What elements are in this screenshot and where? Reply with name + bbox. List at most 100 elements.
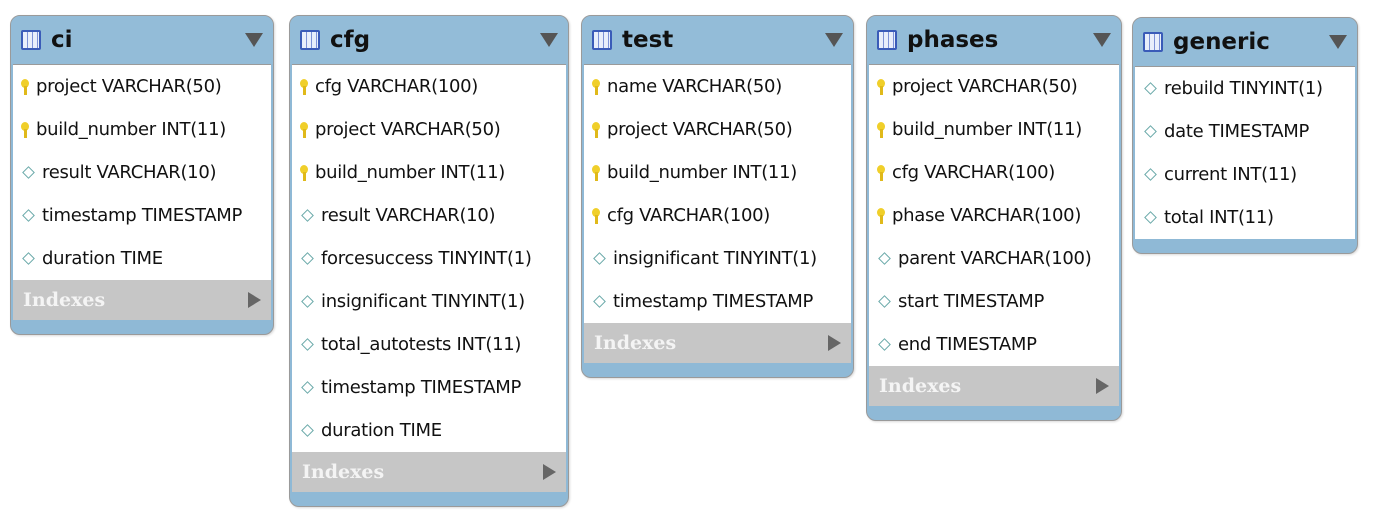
column-text: build_number INT(11) bbox=[607, 162, 797, 183]
table-icon bbox=[592, 30, 612, 50]
column-row[interactable]: start TIMESTAMP bbox=[869, 280, 1119, 323]
indexes-section[interactable]: Indexes bbox=[13, 280, 271, 320]
column-row[interactable]: duration TIME bbox=[13, 237, 271, 280]
column-row[interactable]: timestamp TIMESTAMP bbox=[292, 366, 566, 409]
column-row[interactable]: result VARCHAR(10) bbox=[13, 151, 271, 194]
column-text: current INT(11) bbox=[1164, 164, 1297, 185]
column-row[interactable]: parent VARCHAR(100) bbox=[869, 237, 1119, 280]
column-row[interactable]: timestamp TIMESTAMP bbox=[584, 280, 851, 323]
indexes-section[interactable]: Indexes bbox=[584, 323, 851, 363]
column-text: duration TIME bbox=[42, 248, 163, 269]
table-test[interactable]: test name VARCHAR(50) project VARCHAR(50) b… bbox=[581, 15, 854, 378]
table-icon bbox=[1143, 32, 1163, 52]
column-diamond-icon bbox=[1144, 125, 1157, 138]
column-text: build_number INT(11) bbox=[892, 119, 1082, 140]
collapse-chevron-icon[interactable] bbox=[825, 33, 843, 47]
primary-key-icon bbox=[300, 78, 308, 95]
table-name: ci bbox=[51, 27, 73, 53]
column-row[interactable]: total INT(11) bbox=[1135, 196, 1355, 239]
column-row[interactable]: project VARCHAR(50) bbox=[13, 65, 271, 108]
column-row[interactable]: rebuild TINYINT(1) bbox=[1135, 67, 1355, 110]
column-row[interactable]: build_number INT(11) bbox=[869, 108, 1119, 151]
column-row[interactable]: end TIMESTAMP bbox=[869, 323, 1119, 366]
table-ci[interactable]: ci project VARCHAR(50) build_number INT(11… bbox=[10, 15, 274, 335]
primary-key-icon bbox=[592, 207, 600, 224]
primary-key-icon bbox=[592, 164, 600, 181]
column-row[interactable]: cfg VARCHAR(100) bbox=[584, 194, 851, 237]
column-diamond-icon bbox=[301, 424, 314, 437]
column-diamond-icon bbox=[593, 252, 606, 265]
column-text: project VARCHAR(50) bbox=[607, 119, 793, 140]
collapse-chevron-icon[interactable] bbox=[1093, 33, 1111, 47]
column-row[interactable]: current INT(11) bbox=[1135, 153, 1355, 196]
table-generic[interactable]: generic rebuild TINYINT(1) date TIMESTAMP c… bbox=[1132, 17, 1358, 254]
table-header[interactable]: test bbox=[582, 16, 853, 64]
column-text: cfg VARCHAR(100) bbox=[892, 162, 1055, 183]
primary-key-icon bbox=[592, 121, 600, 138]
column-row[interactable]: total_autotests INT(11) bbox=[292, 323, 566, 366]
column-text: cfg VARCHAR(100) bbox=[607, 205, 770, 226]
column-row[interactable]: cfg VARCHAR(100) bbox=[292, 65, 566, 108]
column-text: duration TIME bbox=[321, 420, 442, 441]
primary-key-icon bbox=[21, 121, 29, 138]
table-cfg[interactable]: cfg cfg VARCHAR(100) project VARCHAR(50) bu… bbox=[289, 15, 569, 507]
expand-arrow-icon[interactable] bbox=[828, 335, 841, 351]
expand-arrow-icon[interactable] bbox=[543, 464, 556, 480]
primary-key-icon bbox=[592, 78, 600, 95]
column-row[interactable]: cfg VARCHAR(100) bbox=[869, 151, 1119, 194]
table-header[interactable]: cfg bbox=[290, 16, 568, 64]
column-text: total_autotests INT(11) bbox=[321, 334, 522, 355]
column-row[interactable]: project VARCHAR(50) bbox=[584, 108, 851, 151]
column-diamond-icon bbox=[301, 338, 314, 351]
column-row[interactable]: date TIMESTAMP bbox=[1135, 110, 1355, 153]
column-row[interactable]: build_number INT(11) bbox=[292, 151, 566, 194]
column-text: timestamp TIMESTAMP bbox=[42, 205, 243, 226]
column-row[interactable]: timestamp TIMESTAMP bbox=[13, 194, 271, 237]
column-row[interactable]: name VARCHAR(50) bbox=[584, 65, 851, 108]
column-diamond-icon bbox=[301, 295, 314, 308]
column-text: build_number INT(11) bbox=[315, 162, 505, 183]
table-footer bbox=[290, 492, 568, 506]
column-text: name VARCHAR(50) bbox=[607, 76, 782, 97]
table-header[interactable]: phases bbox=[867, 16, 1121, 64]
column-text: forcesuccess TINYINT(1) bbox=[321, 248, 532, 269]
column-diamond-icon bbox=[878, 338, 891, 351]
collapse-chevron-icon[interactable] bbox=[1329, 35, 1347, 49]
collapse-chevron-icon[interactable] bbox=[245, 33, 263, 47]
table-name: cfg bbox=[330, 27, 371, 53]
column-text: project VARCHAR(50) bbox=[892, 76, 1078, 97]
column-text: phase VARCHAR(100) bbox=[892, 205, 1082, 226]
table-name: test bbox=[622, 27, 674, 53]
column-row[interactable]: result VARCHAR(10) bbox=[292, 194, 566, 237]
column-row[interactable]: phase VARCHAR(100) bbox=[869, 194, 1119, 237]
table-header[interactable]: ci bbox=[11, 16, 273, 64]
column-diamond-icon bbox=[878, 295, 891, 308]
table-header[interactable]: generic bbox=[1133, 18, 1357, 66]
table-name: phases bbox=[907, 27, 999, 53]
column-row[interactable]: insignificant TINYINT(1) bbox=[292, 280, 566, 323]
column-text: rebuild TINYINT(1) bbox=[1164, 78, 1323, 99]
primary-key-icon bbox=[877, 164, 885, 181]
column-row[interactable]: project VARCHAR(50) bbox=[869, 65, 1119, 108]
column-row[interactable]: duration TIME bbox=[292, 409, 566, 452]
expand-arrow-icon[interactable] bbox=[1096, 378, 1109, 394]
primary-key-icon bbox=[877, 121, 885, 138]
table-icon bbox=[21, 30, 41, 50]
column-row[interactable]: forcesuccess TINYINT(1) bbox=[292, 237, 566, 280]
column-diamond-icon bbox=[1144, 82, 1157, 95]
column-diamond-icon bbox=[22, 166, 35, 179]
column-row[interactable]: project VARCHAR(50) bbox=[292, 108, 566, 151]
expand-arrow-icon[interactable] bbox=[248, 292, 261, 308]
column-text: cfg VARCHAR(100) bbox=[315, 76, 478, 97]
column-row[interactable]: build_number INT(11) bbox=[13, 108, 271, 151]
column-row[interactable]: insignificant TINYINT(1) bbox=[584, 237, 851, 280]
column-text: parent VARCHAR(100) bbox=[898, 248, 1092, 269]
table-phases[interactable]: phases project VARCHAR(50) build_number IN… bbox=[866, 15, 1122, 421]
indexes-section[interactable]: Indexes bbox=[292, 452, 566, 492]
table-footer bbox=[867, 406, 1121, 420]
column-row[interactable]: build_number INT(11) bbox=[584, 151, 851, 194]
indexes-section[interactable]: Indexes bbox=[869, 366, 1119, 406]
collapse-chevron-icon[interactable] bbox=[540, 33, 558, 47]
column-text: total INT(11) bbox=[1164, 207, 1274, 228]
column-text: date TIMESTAMP bbox=[1164, 121, 1310, 142]
